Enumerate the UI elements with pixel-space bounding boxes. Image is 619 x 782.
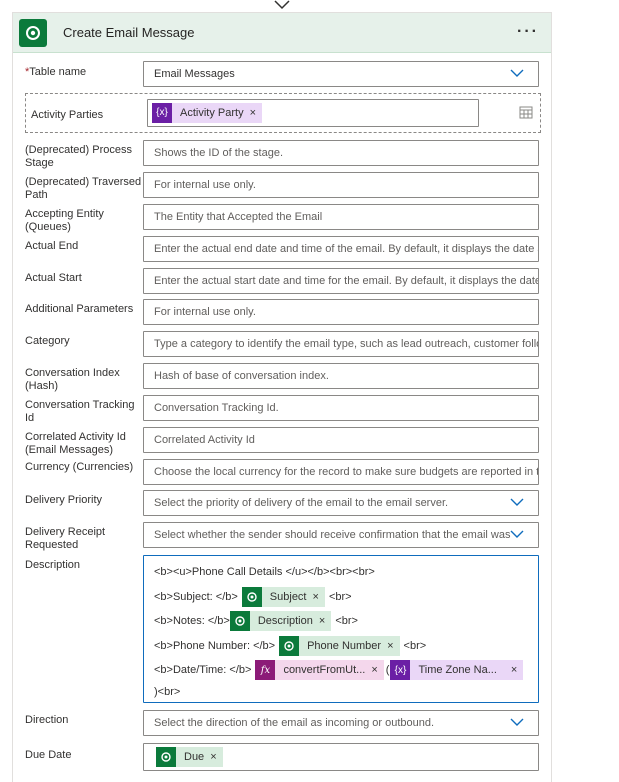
- field-label: Conversation Index (Hash): [25, 367, 120, 392]
- field-label: Description: [25, 559, 81, 571]
- actual-start-input[interactable]: Enter the actual start date and time for…: [143, 268, 539, 294]
- expression-token[interactable]: {x} Time Zone Na... ×: [390, 660, 524, 681]
- more-options-icon[interactable]: ···: [517, 23, 539, 41]
- remove-token-icon[interactable]: ×: [312, 586, 325, 607]
- accepting-entity-input[interactable]: The Entity that Accepted the Email: [143, 204, 539, 230]
- field-label: Delivery Priority: [25, 494, 103, 506]
- description-editor[interactable]: <b><u>Phone Call Details </u></b><br><br…: [143, 555, 539, 703]
- expression-icon: {x}: [152, 103, 172, 124]
- remove-token-icon[interactable]: ×: [249, 103, 263, 124]
- dataverse-icon: [279, 635, 300, 656]
- field-label: Currency (Currencies): [25, 461, 134, 473]
- chevron-down-icon: [510, 530, 524, 538]
- actual-end-input[interactable]: Enter the actual end date and time of th…: [143, 236, 539, 262]
- dynamic-content-token[interactable]: Phone Number ×: [279, 635, 400, 656]
- action-title: Create Email Message: [63, 25, 195, 40]
- function-icon: fx: [255, 660, 276, 681]
- field-label: Due Date: [25, 749, 72, 761]
- additional-parameters-input[interactable]: For internal use only.: [143, 299, 539, 325]
- activity-parties-input[interactable]: {x} Activity Party ×: [147, 99, 479, 127]
- chevron-down-icon: [510, 69, 524, 77]
- traversed-path-input[interactable]: For internal use only.: [143, 172, 539, 198]
- direction-select[interactable]: Select the direction of the email as inc…: [143, 710, 539, 736]
- table-name-select[interactable]: Email Messages: [143, 61, 539, 87]
- delivery-priority-select[interactable]: Select the priority of delivery of the e…: [143, 490, 539, 516]
- correlated-activity-input[interactable]: Correlated Activity Id: [143, 427, 539, 453]
- field-label: Activity Parties: [31, 109, 104, 121]
- dynamic-content-token[interactable]: Description ×: [229, 611, 332, 632]
- field-label: (Deprecated) Process Stage: [25, 144, 132, 169]
- remove-token-icon[interactable]: ×: [510, 660, 524, 681]
- process-stage-input[interactable]: Shows the ID of the stage.: [143, 140, 539, 166]
- field-label: (Deprecated) Traversed Path: [25, 176, 142, 201]
- dataverse-icon: [241, 586, 262, 607]
- field-label: Category: [25, 335, 70, 347]
- category-input[interactable]: Type a category to identify the email ty…: [143, 331, 539, 357]
- dataverse-icon: [156, 747, 176, 768]
- expression-function-token[interactable]: fx convertFromUt... ×: [255, 660, 384, 681]
- dataverse-icon: [229, 611, 250, 632]
- remove-token-icon[interactable]: ×: [387, 635, 400, 656]
- field-label: Accepting Entity (Queues): [25, 208, 104, 233]
- due-date-input[interactable]: Due ×: [143, 743, 539, 771]
- activity-parties-group: Activity Parties {x} Activity Party ×: [25, 93, 541, 133]
- chevron-down-icon: [510, 718, 524, 726]
- currency-input[interactable]: Choose the local currency for the record…: [143, 459, 539, 485]
- remove-token-icon[interactable]: ×: [318, 611, 332, 632]
- expression-icon: {x}: [390, 660, 411, 681]
- expression-token[interactable]: {x} Activity Party ×: [152, 103, 263, 124]
- connector-arrow-icon: [274, 0, 290, 10]
- delivery-receipt-select[interactable]: Select whether the sender should receive…: [143, 522, 539, 548]
- remove-token-icon[interactable]: ×: [210, 747, 223, 768]
- dynamic-content-token[interactable]: Due ×: [156, 747, 223, 768]
- conversation-tracking-input[interactable]: Conversation Tracking Id.: [143, 395, 539, 421]
- field-label: Table name: [29, 66, 87, 78]
- action-card: Create Email Message ··· *Table name Ema…: [12, 12, 552, 782]
- field-label: Delivery Receipt Requested: [25, 526, 106, 551]
- dynamic-content-token[interactable]: Subject ×: [241, 586, 325, 607]
- field-label: Actual Start: [25, 272, 82, 284]
- remove-token-icon[interactable]: ×: [371, 660, 384, 681]
- field-label: Correlated Activity Id (Email Messages): [25, 431, 126, 456]
- conversation-index-input[interactable]: Hash of base of conversation index.: [143, 363, 539, 389]
- dataverse-icon: [19, 18, 47, 47]
- field-label: Conversation Tracking Id: [25, 399, 135, 424]
- field-label: Additional Parameters: [25, 303, 134, 315]
- field-label: Actual End: [25, 240, 79, 252]
- action-header[interactable]: Create Email Message ···: [13, 13, 551, 53]
- field-label: Direction: [25, 714, 69, 726]
- switch-to-array-icon[interactable]: [518, 104, 534, 120]
- chevron-down-icon: [510, 498, 524, 506]
